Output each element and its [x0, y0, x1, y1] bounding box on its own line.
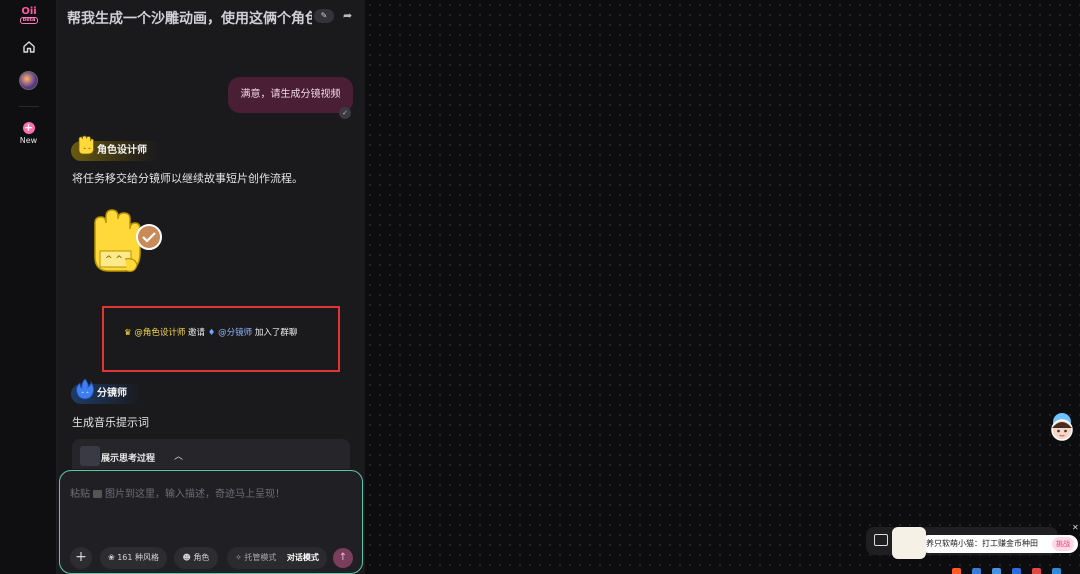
- user-message: 满意，请生成分镜视频: [228, 77, 353, 113]
- palette-icon: ❀: [107, 553, 115, 562]
- hand-icon: ^ ^: [78, 135, 94, 155]
- face-icon: ☻: [182, 553, 191, 562]
- send-button[interactable]: ↑: [333, 548, 353, 568]
- popup-text: 养只软萌小猫：打工赚金币种田: [926, 539, 1038, 548]
- system-event-line: ♛ @角色设计师 邀请 ♦ @分镜师 加入了群聊: [124, 326, 297, 338]
- role-picker-button[interactable]: ☻ 角色: [174, 547, 218, 569]
- app-icon[interactable]: [1052, 568, 1062, 574]
- assistant-avatar[interactable]: [1048, 410, 1076, 444]
- popup-badge[interactable]: 挑战: [1052, 537, 1074, 551]
- style-label: 161 种风格: [117, 553, 160, 562]
- mode-chat-option[interactable]: 对话模式: [287, 553, 319, 562]
- new-button[interactable]: + New: [16, 122, 41, 145]
- new-label: New: [19, 136, 38, 145]
- thinking-toggle[interactable]: 展示思考过程 ︿: [72, 439, 350, 469]
- agent-name: 角色设计师: [97, 145, 147, 156]
- system-tray: [952, 562, 1080, 574]
- pencil-icon: ✎: [320, 11, 328, 20]
- cat-image: [892, 527, 926, 559]
- prompt-placeholder[interactable]: 粘贴 图片到这里，输入描述，奇迹马上呈现！: [70, 485, 285, 500]
- designer-mascot-image: ^ ^: [94, 209, 162, 272]
- thinking-label: 展示思考过程: [101, 454, 156, 464]
- role-label: 角色: [193, 553, 210, 562]
- feedback-icon[interactable]: [874, 534, 888, 546]
- event-from[interactable]: @角色设计师: [134, 328, 185, 338]
- left-rail: Oii beta + New: [0, 0, 57, 574]
- chat-title: 帮我生成一个沙雕动画，使用这俩个角色…: [67, 11, 312, 27]
- app-icon[interactable]: [952, 568, 961, 574]
- game-ad-popup[interactable]: 养只软萌小猫：打工赚金币种田 挑战: [892, 527, 1080, 561]
- crown-icon: ♛: [124, 328, 132, 338]
- home-button[interactable]: [18, 36, 39, 57]
- agent-name: 分镜师: [97, 388, 127, 399]
- app-icon[interactable]: [972, 568, 982, 574]
- agent-tag-designer: ^ ^ 角色设计师: [71, 135, 161, 161]
- event-action: 邀请: [188, 328, 206, 338]
- event-to[interactable]: @分镜师: [218, 328, 252, 338]
- sparkle-icon: ✧: [235, 553, 242, 562]
- plus-icon: +: [22, 121, 35, 134]
- svg-text:^ ^: ^ ^: [81, 391, 89, 396]
- check-icon: ✓: [339, 107, 351, 119]
- mode-auto-option[interactable]: 托管模式: [244, 553, 276, 562]
- profile-button[interactable]: [18, 70, 39, 91]
- logo-text: Oii: [21, 6, 37, 17]
- app-icon[interactable]: [1032, 568, 1042, 574]
- image-icon: [93, 490, 102, 498]
- mic-icon[interactable]: [992, 568, 1002, 574]
- agent-tag-storyboard: ^ ^ 分镜师: [71, 378, 141, 404]
- arrow-up-icon: ↑: [338, 552, 348, 563]
- logo-sub: beta: [20, 17, 38, 24]
- flame-thumb-icon: [80, 446, 100, 466]
- keyboard-icon[interactable]: [1012, 568, 1022, 574]
- placeholder-suffix: 图片到这里，输入描述，奇迹马上呈现！: [105, 489, 285, 500]
- storyboard-message: 生成音乐提示词: [72, 416, 149, 429]
- home-icon: [22, 40, 35, 53]
- event-suffix: 加入了群聊: [254, 328, 298, 338]
- svg-text:^ ^: ^ ^: [83, 147, 91, 152]
- flame-avatar-icon: ^ ^: [76, 378, 95, 400]
- chevron-up-icon: ︿: [174, 452, 184, 462]
- canvas-area[interactable]: [365, 0, 1080, 574]
- avatar: [19, 71, 38, 90]
- app-logo[interactable]: Oii beta: [20, 6, 38, 24]
- group-join-notice: ♛ @角色设计师 邀请 ♦ @分镜师 加入了群聊: [102, 306, 340, 372]
- flame-icon: ♦: [207, 328, 216, 338]
- rail-divider: [19, 106, 39, 107]
- prompt-composer[interactable]: 粘贴 图片到这里，输入描述，奇迹马上呈现！ + ❀ 161 种风格 ☻ 角色 ✧ …: [59, 470, 363, 574]
- share-button[interactable]: ➦: [343, 9, 352, 22]
- attach-button[interactable]: +: [70, 547, 92, 569]
- placeholder-prefix: 粘贴: [70, 489, 90, 500]
- popup-text-bubble[interactable]: 养只软萌小猫：打工赚金币种田 挑战: [920, 535, 1078, 553]
- mode-switch[interactable]: ✧ 托管模式 对话模式: [227, 547, 327, 569]
- designer-message: 将任务移交给分镜师以继续故事短片创作流程。: [72, 172, 303, 185]
- style-picker-button[interactable]: ❀ 161 种风格: [100, 547, 167, 569]
- edit-title-button[interactable]: ✎: [314, 9, 334, 23]
- share-icon: ➦: [343, 9, 353, 22]
- close-icon[interactable]: ✕: [1072, 524, 1080, 532]
- plus-icon: +: [75, 549, 87, 565]
- svg-text:^ ^: ^ ^: [105, 255, 123, 265]
